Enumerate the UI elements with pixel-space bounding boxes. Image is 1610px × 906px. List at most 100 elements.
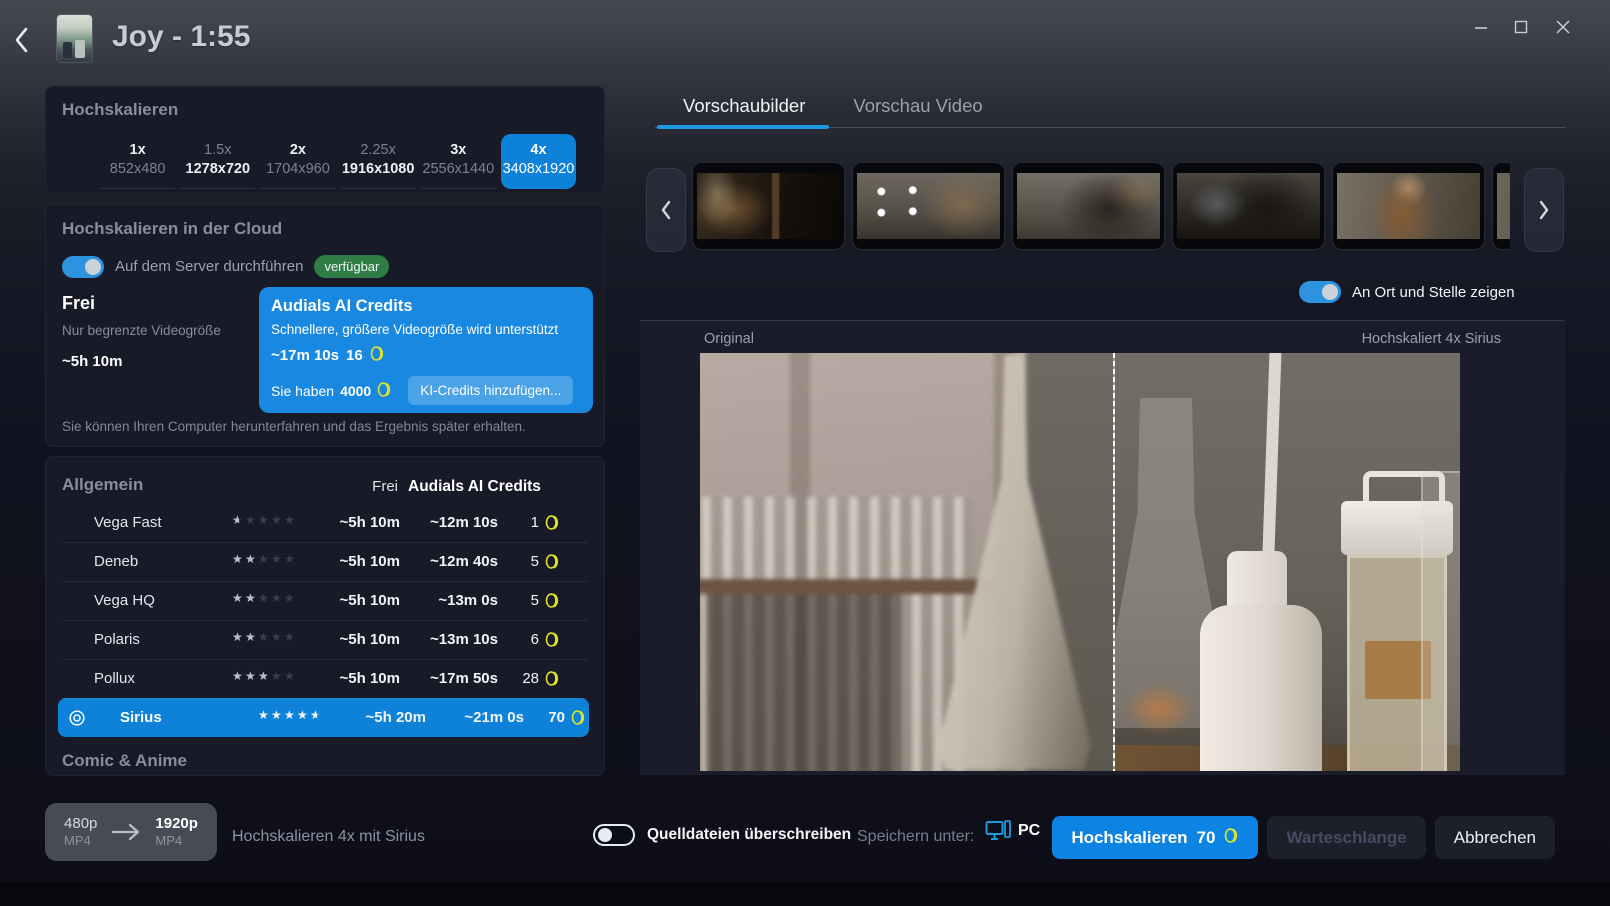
model-credits-count: 1	[531, 514, 539, 531]
credits-option-card: Audials AI Credits Schnellere, größere V…	[259, 287, 593, 413]
upscale-panel-title: Hochskalieren	[62, 100, 604, 120]
close-button[interactable]	[1546, 14, 1580, 40]
model-row-vega-hq[interactable]: Vega HQ★★★★★★★~5h 10m~13m 0s5	[46, 581, 604, 620]
models-panel: Allgemein Frei Audials AI Credits Vega F…	[45, 456, 605, 776]
show-in-place-label: An Ort und Stelle zeigen	[1352, 284, 1515, 301]
model-row-polaris[interactable]: Polaris★★★★★★★~5h 10m~13m 10s6	[46, 620, 604, 659]
minimize-button[interactable]	[1464, 14, 1498, 40]
coin-icon-slot	[377, 381, 392, 401]
coin-icon	[545, 631, 560, 648]
model-credits-time: ~12m 10s	[400, 514, 498, 531]
upscale-factor: 2.25x	[341, 141, 416, 160]
credits-title: Audials AI Credits	[271, 297, 581, 316]
free-subtitle: Nur begrenzte Videogröße	[62, 323, 254, 338]
maximize-button[interactable]	[1504, 14, 1538, 40]
original-image-half	[700, 353, 1115, 771]
star-rating: ★★★★★★★	[232, 553, 297, 570]
model-name: Polaris	[94, 631, 232, 648]
credits-subtitle: Schnellere, größere Videogröße wird unte…	[271, 322, 581, 337]
thumbnail-image	[1017, 173, 1160, 239]
queue-button[interactable]: Warteschlange	[1267, 816, 1425, 859]
tab-vorschau-video[interactable]: Vorschau Video	[853, 95, 982, 117]
arrow-right-icon	[111, 822, 141, 842]
source-format: MP4	[64, 832, 97, 849]
model-credits-time: ~13m 0s	[400, 592, 498, 609]
chevron-right-icon	[1536, 198, 1552, 222]
cloud-panel-title: Hochskalieren in der Cloud	[62, 219, 604, 239]
available-badge: verfügbar	[314, 255, 389, 278]
model-row-sirius[interactable]: Sirius★★★★★★★★★★~5h 20m~21m 0s70	[46, 698, 604, 737]
model-credits-time: ~17m 50s	[400, 670, 498, 687]
upscale-button[interactable]: Hochskalieren 70	[1052, 816, 1258, 859]
upscale-button-label: Hochskalieren	[1071, 828, 1187, 848]
upscale-factor: 2x	[260, 141, 335, 160]
coin-icon	[1224, 827, 1239, 844]
model-credits-count: 70	[548, 709, 565, 726]
model-credits-count: 6	[531, 631, 539, 648]
carousel-prev-button[interactable]	[646, 168, 686, 252]
show-in-place-toggle[interactable]	[1299, 281, 1341, 303]
carousel-next-button[interactable]	[1524, 168, 1564, 252]
coin-icon	[377, 381, 392, 398]
star-rating: ★★★★★★★	[232, 631, 297, 648]
model-row-deneb[interactable]: Deneb★★★★★★★~5h 10m~12m 40s5	[46, 542, 604, 581]
tab-vorschaubilder[interactable]: Vorschaubilder	[683, 95, 805, 117]
model-free-time: ~5h 10m	[320, 592, 400, 609]
model-credits-count: 28	[522, 670, 539, 687]
preview-thumbnail-5[interactable]	[1332, 162, 1485, 250]
upscale-option-1x[interactable]: 1x852x480	[100, 134, 175, 189]
model-free-time: ~5h 10m	[320, 670, 400, 687]
preview-eye-icon	[68, 709, 86, 727]
model-free-time: ~5h 10m	[320, 514, 400, 531]
comparison-slider-handle[interactable]	[1113, 353, 1115, 771]
target-resolution: 1920p	[155, 815, 198, 832]
comic-anime-section-title: Comic & Anime	[62, 751, 604, 771]
overwrite-source-label: Quelldateien überschreiben	[647, 826, 851, 844]
model-row-pollux[interactable]: Pollux★★★★★★★★~5h 10m~17m 50s28	[46, 659, 604, 698]
upscale-option-2x[interactable]: 2x1704x960	[260, 134, 335, 189]
target-format: MP4	[155, 832, 198, 849]
coin-icon	[571, 709, 586, 726]
cloud-server-toggle[interactable]	[62, 256, 104, 278]
star-rating: ★★★★★★★	[232, 592, 297, 609]
upscale-resolution: 1916x1080	[341, 160, 416, 179]
model-credits-time: ~12m 40s	[400, 553, 498, 570]
back-chevron-icon	[10, 24, 36, 56]
preview-thumbnail-2[interactable]	[852, 162, 1005, 250]
add-credits-button[interactable]: KI-Credits hinzufügen...	[408, 376, 573, 405]
thumbnail-image	[1177, 173, 1320, 239]
column-header-credits: Audials AI Credits	[408, 478, 541, 496]
upscale-factor: 1x	[100, 141, 175, 160]
upscale-option-4x[interactable]: 4x3408x1920	[501, 134, 576, 189]
upscale-option-3x[interactable]: 3x2556x1440	[421, 134, 496, 189]
star-rating: ★★★★★★★★★★	[258, 709, 323, 726]
preview-thumbnail-1[interactable]	[692, 162, 845, 250]
free-title: Frei	[62, 293, 254, 314]
model-name: Deneb	[94, 553, 232, 570]
cloud-toggle-label: Auf dem Server durchführen	[115, 258, 303, 275]
model-credits-time: ~13m 10s	[400, 631, 498, 648]
cancel-button[interactable]: Abbrechen	[1435, 816, 1555, 859]
upscale-resolution: 1278x720	[180, 160, 255, 179]
overwrite-source-toggle[interactable]	[593, 824, 635, 846]
free-duration: ~5h 10m	[62, 353, 254, 370]
model-credits-count: 5	[531, 592, 539, 609]
coin-icon	[370, 345, 385, 362]
preview-thumbnail-3[interactable]	[1012, 162, 1165, 250]
column-header-free: Frei	[316, 478, 398, 495]
upscale-option-2.25x[interactable]: 2.25x1916x1080	[341, 134, 416, 189]
upscale-option-1.5x[interactable]: 1.5x1278x720	[180, 134, 255, 189]
balance-label: Sie haben	[271, 383, 334, 399]
original-label: Original	[704, 331, 754, 347]
model-name: Vega Fast	[94, 514, 232, 531]
model-row-vega-fast[interactable]: Vega Fast★★★★★★~5h 10m~12m 10s1	[46, 503, 604, 542]
upscale-summary-text: Hochskalieren 4x mit Sirius	[232, 828, 425, 846]
preview-thumbnail-4[interactable]	[1172, 162, 1325, 250]
back-button[interactable]	[10, 24, 36, 56]
preview-thumbnail-6[interactable]	[1492, 162, 1510, 250]
model-name: Pollux	[94, 670, 232, 687]
upscale-options: 1x852x4801.5x1278x7202x1704x9602.25x1916…	[100, 134, 576, 189]
pc-icon	[985, 820, 1011, 842]
upscale-resolution: 1704x960	[260, 160, 335, 179]
comparison-image	[700, 353, 1460, 771]
